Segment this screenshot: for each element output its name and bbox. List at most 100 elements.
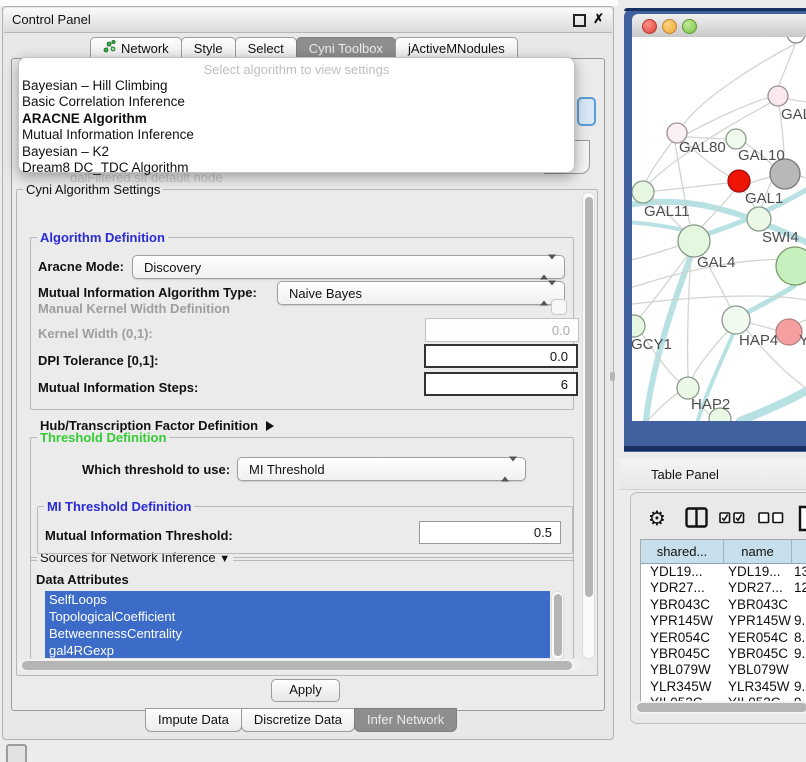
table-cell: YPR145W: [641, 613, 724, 629]
network-node[interactable]: [747, 207, 771, 231]
table-cell: YBR043C: [724, 597, 792, 613]
expand-right-arrow-icon: [266, 421, 274, 431]
node-label-gal4: GAL4: [697, 254, 735, 271]
table-row[interactable]: YBR045CYBR045C9.: [641, 646, 806, 662]
split-columns-icon[interactable]: [685, 507, 708, 533]
which-threshold-label: Which threshold to use:: [82, 462, 230, 477]
table-row[interactable]: YPR145WYPR145W9.: [641, 613, 806, 629]
table-row[interactable]: YBL079WYBL079W: [641, 662, 806, 678]
hub-definition-expander[interactable]: Hub/Transcription Factor Definition: [40, 418, 274, 433]
kernel-width-label: Kernel Width (0,1):: [38, 326, 153, 341]
node-label-gal11: GAL11: [644, 203, 690, 220]
partially-hidden-combo-fragment: [577, 97, 596, 126]
dpi-tolerance-field[interactable]: 0.0: [424, 344, 578, 368]
dropdown-item-bayesian-hill-climbing[interactable]: Bayesian – Hill Climbing: [19, 78, 574, 94]
mi-steps-field[interactable]: 6: [424, 372, 578, 396]
attribute-item-selfloops[interactable]: SelfLoops: [45, 591, 550, 608]
zoom-button[interactable]: [682, 19, 697, 34]
dropdown-item-bayesian-k2[interactable]: Bayesian – K2: [19, 144, 574, 160]
close-button[interactable]: [642, 19, 657, 34]
dropdown-item-dream8-dc-tdc-algorithm[interactable]: Dream8 DC_TDC Algorithm: [19, 160, 574, 176]
deselect-all-icon[interactable]: [758, 512, 784, 524]
table-cell: 13: [792, 564, 806, 580]
splitpane-divider-handle[interactable]: [610, 372, 615, 381]
table-panel-body: ⚙ shared...nameA YDL19...YDL19...13YDR27…: [630, 492, 806, 724]
network-node[interactable]: [776, 247, 806, 285]
table-horizontal-scrollbar[interactable]: [635, 701, 806, 714]
dpi-tolerance-label: DPI Tolerance [0,1]:: [38, 353, 158, 368]
mi-threshold-definition-title: MI Threshold Definition: [44, 499, 194, 514]
close-icon[interactable]: ✗: [593, 11, 604, 27]
dropdown-item-aracne-algorithm[interactable]: ARACNE Algorithm: [19, 111, 574, 127]
table-cell: 9.: [792, 646, 806, 662]
tab-impute-data[interactable]: Impute Data: [145, 708, 242, 732]
network-node[interactable]: [632, 181, 654, 203]
table-cell: YDR27...: [641, 580, 724, 596]
float-window-icon[interactable]: [573, 14, 586, 27]
stepper-arrows-icon: [501, 462, 517, 477]
attribute-item-betweennesscentrality[interactable]: BetweennessCentrality: [45, 625, 550, 642]
dropdown-item-mutual-information-inference[interactable]: Mutual Information Inference: [19, 127, 574, 143]
table-cell: YBL079W: [641, 662, 724, 678]
table-cell: 8.: [792, 630, 806, 646]
tab-infer-network[interactable]: Infer Network: [354, 708, 457, 732]
network-node[interactable]: [632, 315, 645, 337]
table-panel-title: Table Panel: [651, 467, 719, 482]
minimized-panel-icon[interactable]: [6, 744, 27, 762]
manual-kernel-checkbox[interactable]: [551, 299, 567, 315]
mi-threshold-field[interactable]: 0.5: [419, 521, 561, 544]
node-label-hap4: HAP4: [739, 332, 778, 349]
network-node[interactable]: [678, 225, 710, 257]
node-label-y: Y: [799, 332, 806, 349]
network-node[interactable]: [722, 306, 750, 334]
node-label-gal10: GAL10: [738, 147, 785, 164]
attributes-list-scrollbar[interactable]: [551, 591, 564, 660]
table-cell: YER054C: [724, 630, 792, 646]
which-threshold-value: MI Threshold: [249, 462, 325, 477]
network-canvas[interactable]: GALGAL80GAL10GAL1GAL11GAL4SWI4GCY1HAP4YH…: [632, 37, 806, 421]
document-icon[interactable]: [798, 505, 806, 537]
table-row[interactable]: YER054CYER054C8.: [641, 630, 806, 646]
dropdown-item-basic-correlation-inference[interactable]: Basic Correlation Inference: [19, 94, 574, 110]
dropdown-items: Bayesian – Hill ClimbingBasic Correlatio…: [19, 78, 574, 176]
collapse-down-arrow-icon[interactable]: ▼: [219, 553, 230, 565]
tab-discretize-data[interactable]: Discretize Data: [241, 708, 355, 732]
control-panel-titlebar: Control Panel ✗: [4, 8, 612, 33]
table-row[interactable]: YDL19...YDL19...13: [641, 564, 806, 580]
table-row[interactable]: YDR27...YDR27...12: [641, 580, 806, 596]
aracne-mode-select[interactable]: Discovery: [132, 255, 565, 279]
kernel-width-field[interactable]: 0.0: [425, 318, 579, 342]
gear-icon[interactable]: ⚙: [647, 506, 667, 530]
control-panel-title: Control Panel: [12, 12, 91, 27]
algorithm-definition-title: Algorithm Definition: [37, 230, 168, 245]
mi-threshold-label: Mutual Information Threshold:: [45, 528, 233, 543]
attribute-item-gal4rgexp[interactable]: gal4RGexp: [45, 642, 550, 658]
table-cell: 9.: [792, 679, 806, 695]
network-node[interactable]: [726, 129, 746, 149]
column-header-name[interactable]: name: [724, 540, 792, 564]
mi-algorithm-type-select[interactable]: Naive Bayes: [277, 281, 565, 305]
manual-kernel-label: Manual Kernel Width Definition: [38, 301, 230, 316]
network-node[interactable]: [768, 86, 788, 106]
table-cell: YLR345W: [641, 679, 724, 695]
apply-button[interactable]: Apply: [271, 679, 340, 702]
table-row[interactable]: YLR345WYLR345W9.: [641, 679, 806, 695]
settings-horizontal-scrollbar[interactable]: [18, 659, 580, 671]
settings-vertical-scrollbar[interactable]: [582, 192, 595, 659]
data-attributes-list: SelfLoopsTopologicalCoefficientBetweenne…: [45, 591, 550, 658]
attribute-item-topologicalcoefficient[interactable]: TopologicalCoefficient: [45, 608, 550, 625]
network-node[interactable]: [787, 37, 805, 43]
table-row[interactable]: YBR043CYBR043C: [641, 597, 806, 613]
mi-steps-label: Mutual Information Steps:: [38, 380, 198, 395]
select-all-icon[interactable]: [719, 512, 745, 524]
minimize-button[interactable]: [662, 19, 677, 34]
node-label-gcy1: GCY1: [632, 336, 672, 353]
which-threshold-select[interactable]: MI Threshold: [237, 457, 526, 481]
algorithm-dropdown-popup: Select algorithm to view settings Bayesi…: [18, 57, 575, 173]
table-cell: YBR045C: [724, 646, 792, 662]
column-header-a[interactable]: A: [792, 540, 806, 564]
data-attributes-label: Data Attributes: [36, 572, 129, 587]
network-node[interactable]: [728, 170, 750, 192]
column-header-shared[interactable]: shared...: [641, 540, 724, 564]
network-window-titlebar: [632, 14, 806, 38]
